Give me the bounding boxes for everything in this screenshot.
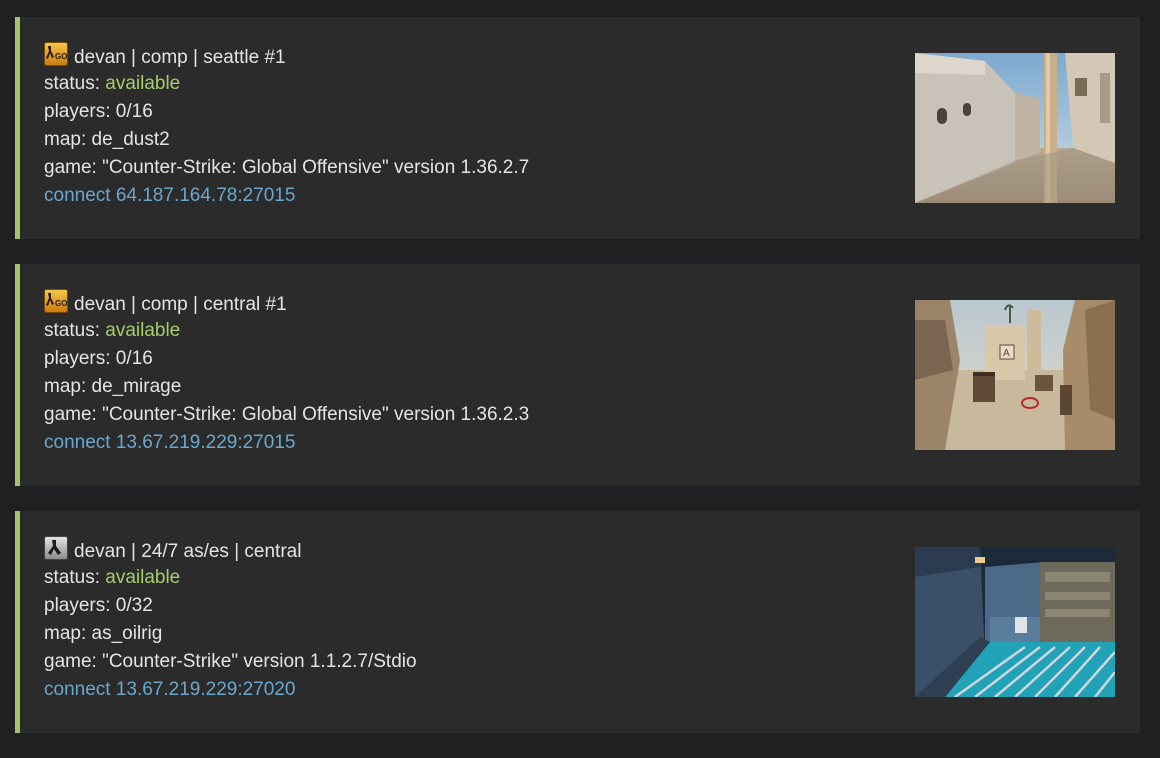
server-info: GO devan | comp | seattle #1 status: ava… <box>44 42 529 210</box>
map-name: map: de_dust2 <box>44 129 170 150</box>
server-list: GO devan | comp | seattle #1 status: ava… <box>15 17 1140 758</box>
server-card: GO devan | comp | central #1 status: ava… <box>15 264 1140 486</box>
server-card: GO devan | comp | seattle #1 status: ava… <box>15 17 1140 239</box>
cs16-game-icon <box>44 536 68 560</box>
svg-text:GO: GO <box>55 52 67 61</box>
server-info: devan | 24/7 as/es | central status: ava… <box>44 536 417 704</box>
game-version: game: "Counter-Strike: Global Offensive"… <box>44 404 530 425</box>
players-count: players: 0/16 <box>44 101 153 122</box>
connect-link[interactable]: connect 64.187.164.78:27015 <box>44 185 295 206</box>
csgo-game-icon: GO <box>44 42 68 66</box>
status-label: status: <box>44 73 106 94</box>
map-name: map: as_oilrig <box>44 623 163 644</box>
players-count: players: 0/32 <box>44 595 153 616</box>
de_dust2-map-thumbnail <box>915 53 1115 203</box>
svg-text:A: A <box>1003 348 1010 359</box>
server-info: GO devan | comp | central #1 status: ava… <box>44 289 529 457</box>
status-badge: available <box>105 320 181 341</box>
map-name: map: de_mirage <box>44 376 182 397</box>
server-title-row: GO devan | comp | seattle #1 <box>44 42 529 70</box>
as_oilrig-map-thumbnail <box>915 547 1115 697</box>
status-label: status: <box>44 320 106 341</box>
csgo-game-icon: GO <box>44 289 68 313</box>
connect-link[interactable]: connect 13.67.219.229:27020 <box>44 679 295 700</box>
game-version: game: "Counter-Strike" version 1.1.2.7/S… <box>44 651 417 672</box>
server-title: devan | comp | seattle #1 <box>74 47 286 68</box>
game-version: game: "Counter-Strike: Global Offensive"… <box>44 157 530 178</box>
status-row: status: available <box>44 317 529 345</box>
status-row: status: available <box>44 564 417 592</box>
players-count: players: 0/16 <box>44 348 153 369</box>
connect-link[interactable]: connect 13.67.219.229:27015 <box>44 432 295 453</box>
server-title-row: GO devan | comp | central #1 <box>44 289 529 317</box>
server-title: devan | 24/7 as/es | central <box>74 541 302 562</box>
server-card: devan | 24/7 as/es | central status: ava… <box>15 511 1140 733</box>
svg-text:GO: GO <box>55 299 67 308</box>
status-row: status: available <box>44 70 529 98</box>
server-title-row: devan | 24/7 as/es | central <box>44 536 417 564</box>
status-label: status: <box>44 567 106 588</box>
server-title: devan | comp | central #1 <box>74 294 287 315</box>
status-badge: available <box>105 567 181 588</box>
de_mirage-map-thumbnail: A <box>915 300 1115 450</box>
status-badge: available <box>105 73 181 94</box>
